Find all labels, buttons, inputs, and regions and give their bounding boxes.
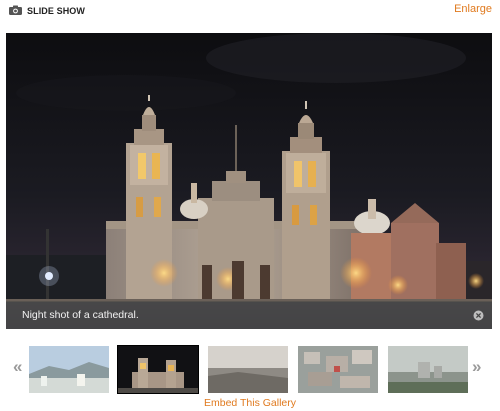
slide-caption: Night shot of a cathedral. — [22, 309, 139, 321]
thumbnail-3[interactable] — [208, 346, 288, 393]
enlarge-link[interactable]: Enlarge — [454, 3, 492, 15]
close-icon[interactable] — [473, 310, 484, 321]
camera-icon — [9, 5, 22, 15]
embed-gallery-link[interactable]: Embed This Gallery — [0, 397, 500, 409]
thumbnail-2-active[interactable] — [117, 345, 199, 394]
slide-viewer[interactable]: Night shot of a cathedral. — [6, 33, 492, 329]
next-arrow-icon[interactable]: » — [472, 358, 481, 375]
slideshow-header: SLIDE SHOW Enlarge — [0, 0, 500, 26]
thumbnail-5[interactable] — [388, 346, 468, 393]
cathedral-photo — [6, 33, 492, 329]
caption-bar: Night shot of a cathedral. — [6, 302, 492, 329]
slideshow-title: SLIDE SHOW — [27, 6, 86, 16]
thumbnail-4[interactable] — [298, 346, 378, 393]
thumbnail-1[interactable] — [29, 346, 109, 393]
thumbnail-strip: « » — [0, 344, 500, 396]
prev-arrow-icon[interactable]: « — [13, 358, 22, 375]
